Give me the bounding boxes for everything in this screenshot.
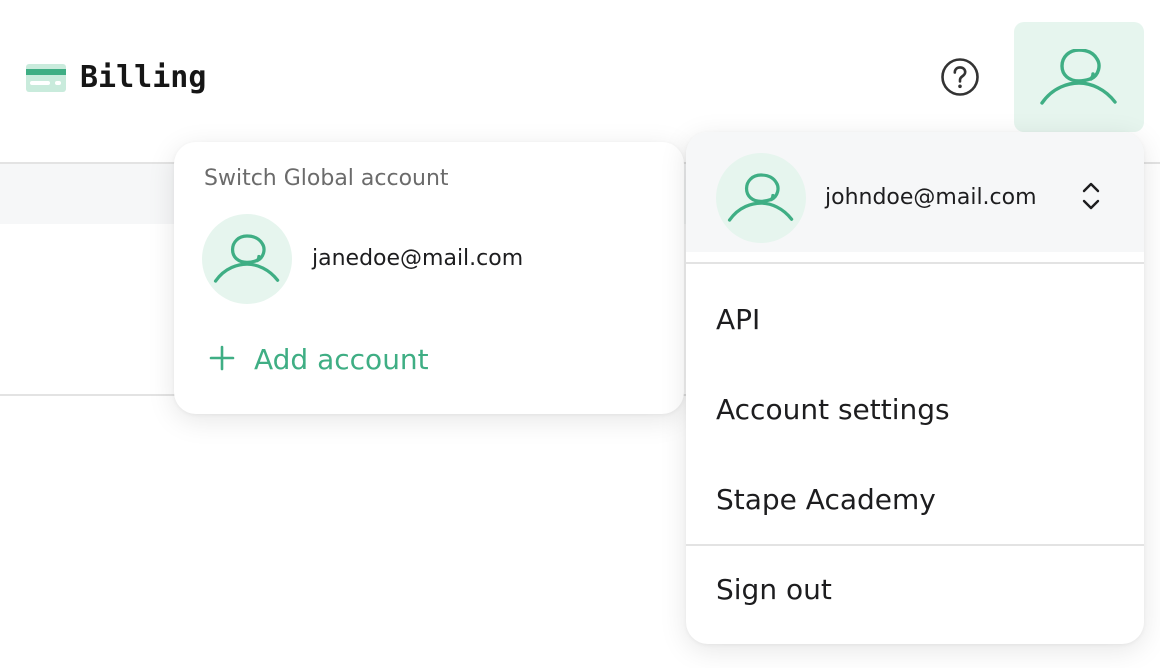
- credit-card-icon: [26, 64, 66, 92]
- user-icon: [1040, 49, 1117, 105]
- menu-item-api[interactable]: API: [716, 300, 1116, 340]
- menu-divider: [686, 262, 1144, 264]
- current-account-selector[interactable]: johndoe@mail.com: [686, 132, 1144, 252]
- switch-account-title: Switch Global account: [204, 166, 449, 191]
- add-account-button[interactable]: Add account: [208, 340, 468, 380]
- avatar: [202, 214, 292, 304]
- user-dropdown-menu: johndoe@mail.com API Account settings St…: [686, 132, 1144, 644]
- account-email: janedoe@mail.com: [312, 246, 524, 271]
- user-menu-button[interactable]: [1014, 22, 1144, 132]
- user-icon: [727, 173, 794, 222]
- account-switch-popover: Switch Global account janedoe@mail.com A…: [174, 142, 684, 414]
- menu-item-account-settings[interactable]: Account settings: [716, 390, 1116, 430]
- avatar: [716, 153, 806, 243]
- add-account-label: Add account: [254, 343, 429, 376]
- user-icon: [213, 234, 280, 283]
- page-title: Billing: [80, 60, 207, 95]
- menu-divider: [686, 544, 1144, 546]
- plus-icon: [209, 345, 235, 371]
- sign-out-button[interactable]: Sign out: [716, 570, 1116, 610]
- chevron-up-down-icon: [1082, 182, 1100, 210]
- switch-account-item[interactable]: janedoe@mail.com: [202, 214, 662, 304]
- current-account-email: johndoe@mail.com: [825, 185, 1037, 210]
- question-circle-icon[interactable]: [940, 57, 980, 97]
- menu-item-stape-academy[interactable]: Stape Academy: [716, 480, 1116, 520]
